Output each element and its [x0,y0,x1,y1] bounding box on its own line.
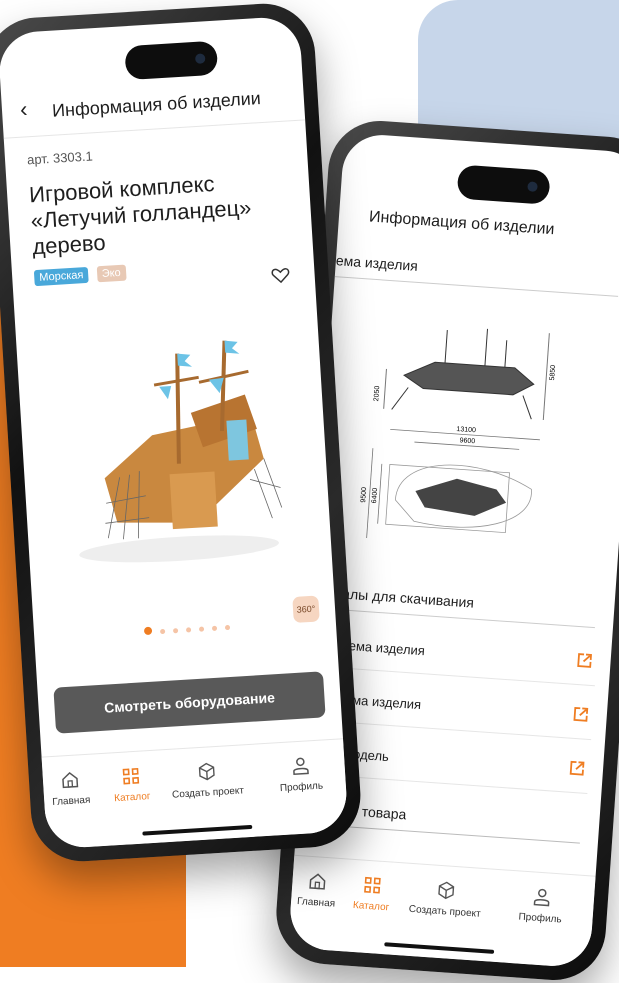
bottom-nav: Главная Каталог Создать проект Профиль [41,738,349,850]
page-title: Информация об изделии [368,208,555,239]
cube-icon [198,762,215,781]
pagination-dot[interactable] [211,625,218,631]
section-title-downloads: териалы для скачивания [311,583,597,629]
nav-item-catalog[interactable]: Каталог [353,874,392,913]
grid-icon [122,767,140,785]
nav-item-catalog[interactable]: Каталог [112,765,151,804]
external-link-icon[interactable] [569,760,586,777]
dynamic-island [124,40,219,81]
grid-icon [364,876,381,894]
nav-label: Каталог [352,899,390,914]
nav-label: Создать проект [171,785,245,801]
pagination-dot[interactable] [185,627,192,633]
rotate-360-icon[interactable]: 360° [292,595,320,623]
article-number: арт. 3303.1 [26,148,94,168]
product-title: Игровой комплекс «Летучий голландец» дер… [28,171,253,260]
back-chevron-icon[interactable]: ‹ [19,96,28,122]
dim-9500: 9500 [360,487,368,503]
external-link-icon[interactable] [576,652,593,669]
pagination-dot[interactable] [198,626,205,632]
nav-item-create-project[interactable]: Создать проект [170,759,245,801]
cube-icon [438,881,455,900]
nav-label: Главная [52,794,91,809]
product-scheme-drawing[interactable]: 5850 2050 13100 9600 9500 6400 [352,313,588,563]
product-tags: Морская Эко [33,262,130,287]
dim-13100: 13100 [456,426,476,434]
dim-5850: 5850 [549,365,557,381]
home-indicator [142,824,253,836]
view-equipment-button[interactable]: Смотреть оборудование [53,671,326,734]
user-icon [533,888,549,907]
pagination-dot[interactable] [143,626,153,635]
phone-product-screen: ‹ Информация об изделии арт. 3303.1 Игро… [0,0,364,865]
screen-product: ‹ Информация об изделии арт. 3303.1 Игро… [0,15,349,850]
header: ‹ Информация об изделии [0,73,306,139]
nav-item-create-project[interactable]: Создать проект [408,878,482,920]
dim-6400: 6400 [371,488,379,504]
pagination-dot[interactable] [159,628,166,635]
pagination-dot[interactable] [224,624,231,631]
header: Информация об изделии [338,196,619,257]
external-link-icon[interactable] [572,706,589,723]
gallery-pagination[interactable] [143,616,239,640]
nav-label: Профиль [279,780,324,795]
pagination-dot[interactable] [172,628,179,634]
dynamic-island [456,164,551,205]
product-image[interactable] [56,318,290,571]
section-title-scheme: ема изделия [334,252,619,297]
nav-item-profile[interactable]: Профиль [278,755,324,795]
nav-label: Каталог [113,791,151,805]
nav-label: Создать проект [408,903,481,920]
user-icon [292,757,309,776]
bottom-nav: Главная Каталог Создать проект Профиль [287,854,596,969]
nav-label: Профиль [518,911,563,926]
dim-9600: 9600 [459,437,475,445]
dim-2050: 2050 [373,385,381,401]
page-title: Информация об изделии [51,88,262,121]
nav-item-home[interactable]: Главная [50,769,91,809]
heart-icon[interactable] [270,265,291,286]
nav-label: Главная [296,896,336,910]
nav-item-home[interactable]: Главная [297,870,338,910]
home-indicator [384,942,495,954]
tag-eco[interactable]: Эко [96,264,127,283]
home-icon [309,873,326,890]
tag-sea[interactable]: Морская [33,266,89,287]
nav-item-profile[interactable]: Профиль [518,886,564,926]
home-icon [62,771,79,789]
